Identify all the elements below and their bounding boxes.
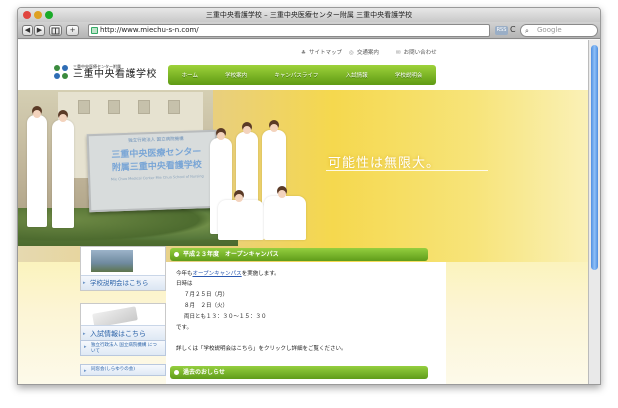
open-campus-text-post: を実施します。 — [241, 271, 280, 277]
bookmarks-icon — [51, 27, 60, 35]
access-label: 交通案内 — [356, 50, 379, 56]
window-title: 三重中央看護学校 – 三重中央医療センター附属 三重中央看護学校 — [205, 11, 413, 19]
address-url: http://www.miechu-s-n.com/ — [100, 26, 199, 34]
search-placeholder: Google — [537, 26, 562, 34]
alumni-link[interactable]: 同窓会(しらゆりの会) — [80, 364, 166, 376]
school-logo[interactable]: 三重中央医療センター附属 三重中央看護学校 — [54, 64, 157, 80]
hospital-org-link[interactable]: 独立行政法人 国立病院機構 について — [80, 340, 166, 356]
hero-banner: 独立行政法人 国立病院機構 三重中央医療センター 附属三重中央看護学校 Mie … — [18, 90, 590, 262]
open-campus-detail: 詳しくは「学校説明会はこちら」をクリックし詳細をご覧ください。 — [176, 346, 347, 352]
sitemap-link[interactable]: ♣ サイトマップ — [301, 48, 342, 56]
sign-line-1: 独立行政法人 国立病院機構 — [128, 136, 184, 144]
hero-shrubs — [18, 208, 238, 246]
nav-admissions[interactable]: 入試情報 — [346, 71, 368, 79]
sitemap-icon: ♣ — [301, 50, 306, 56]
open-campus-date1: ７月２５日（月） — [184, 292, 229, 298]
screenshot-stage: 三重中央看護学校 – 三重中央医療センター附属 三重中央看護学校 ◀ ▶ + h… — [0, 0, 618, 408]
open-campus-heading: 平成２３年度 オープンキャンパス — [170, 248, 428, 261]
sitemap-label: サイトマップ — [308, 50, 342, 56]
school-building-thumbnail — [91, 250, 133, 272]
hero-tagline: 可能性は無限大。 — [328, 156, 441, 171]
open-campus-end: です。 — [176, 325, 192, 331]
back-button[interactable]: ◀ — [22, 25, 33, 36]
open-campus-line1: 今年もオープンキャンパスを実施します。 — [176, 269, 280, 279]
vertical-scrollbar[interactable] — [588, 40, 600, 384]
rss-button[interactable]: RSS — [495, 26, 508, 35]
open-campus-date2: ８月 ２日（火） — [184, 303, 229, 309]
zoom-window-button[interactable] — [45, 11, 53, 19]
past-news-heading[interactable]: 過去のおしらせ — [170, 366, 428, 379]
web-page: ♣ サイトマップ ◎ 交通案内 ✉ お問い合わせ 三重中央医療センター附属 三重中央看… — [18, 40, 590, 384]
nav-school-guide[interactable]: 学校案内 — [225, 71, 247, 79]
scrollbar-thumb[interactable] — [591, 45, 598, 270]
logo-title: 三重中央看護学校 — [73, 69, 157, 80]
info-session-banner[interactable]: 学校説明会はこちら — [80, 246, 166, 291]
sign-line-3: 附属三重中央看護学校 — [111, 160, 203, 174]
nav-info-session[interactable]: 学校説明会 — [395, 71, 423, 79]
admission-banner[interactable]: 入試情報はこちら — [80, 303, 166, 343]
add-bookmark-button[interactable]: + — [66, 25, 79, 36]
close-window-button[interactable] — [23, 11, 31, 19]
reload-button[interactable]: C — [510, 25, 516, 35]
open-campus-text-pre: 今年も — [176, 271, 193, 277]
browser-toolbar: ◀ ▶ + http://www.miechu-s-n.com/ RSS C ⌕… — [18, 22, 600, 39]
open-campus-date-label: 日時は — [176, 281, 193, 287]
nav-campus-life[interactable]: キャンパスライフ — [274, 71, 318, 79]
mail-icon: ✉ — [396, 50, 401, 56]
show-bookmarks-button[interactable] — [49, 25, 62, 36]
info-session-label: 学校説明会はこちら — [81, 275, 165, 291]
school-emblem-icon — [54, 65, 68, 79]
nav-home[interactable]: ホーム — [182, 71, 198, 79]
browser-window: 三重中央看護学校 – 三重中央医療センター附属 三重中央看護学校 ◀ ▶ + h… — [17, 7, 601, 385]
contact-label: お問い合わせ — [403, 50, 437, 56]
global-nav: ホーム 学校案内 キャンパスライフ 入試情報 学校説明会 — [168, 65, 436, 85]
forward-button[interactable]: ▶ — [34, 25, 45, 36]
title-bar: 三重中央看護学校 – 三重中央医療センター附属 三重中央看護学校 — [18, 8, 600, 22]
access-icon: ◎ — [349, 50, 354, 56]
open-campus-time: 両日とも１３：３０～１５：３０ — [184, 314, 267, 320]
access-link[interactable]: ◎ 交通案内 — [349, 48, 379, 56]
search-field[interactable]: ⌕ Google — [520, 24, 598, 37]
search-icon: ⌕ — [525, 27, 529, 35]
address-bar[interactable]: http://www.miechu-s-n.com/ — [88, 24, 490, 37]
tagline-underline — [326, 170, 488, 171]
site-favicon-icon — [91, 27, 98, 34]
window-controls — [23, 11, 53, 19]
sign-english: Mie Chuo Medical Center Mie Chuo School … — [110, 174, 204, 182]
contact-link[interactable]: ✉ お問い合わせ — [396, 48, 437, 56]
open-campus-link[interactable]: オープンキャンパス — [193, 271, 242, 277]
minimize-window-button[interactable] — [34, 11, 42, 19]
school-sign: 独立行政法人 国立病院機構 三重中央医療センター 附属三重中央看護学校 Mie … — [86, 129, 220, 213]
